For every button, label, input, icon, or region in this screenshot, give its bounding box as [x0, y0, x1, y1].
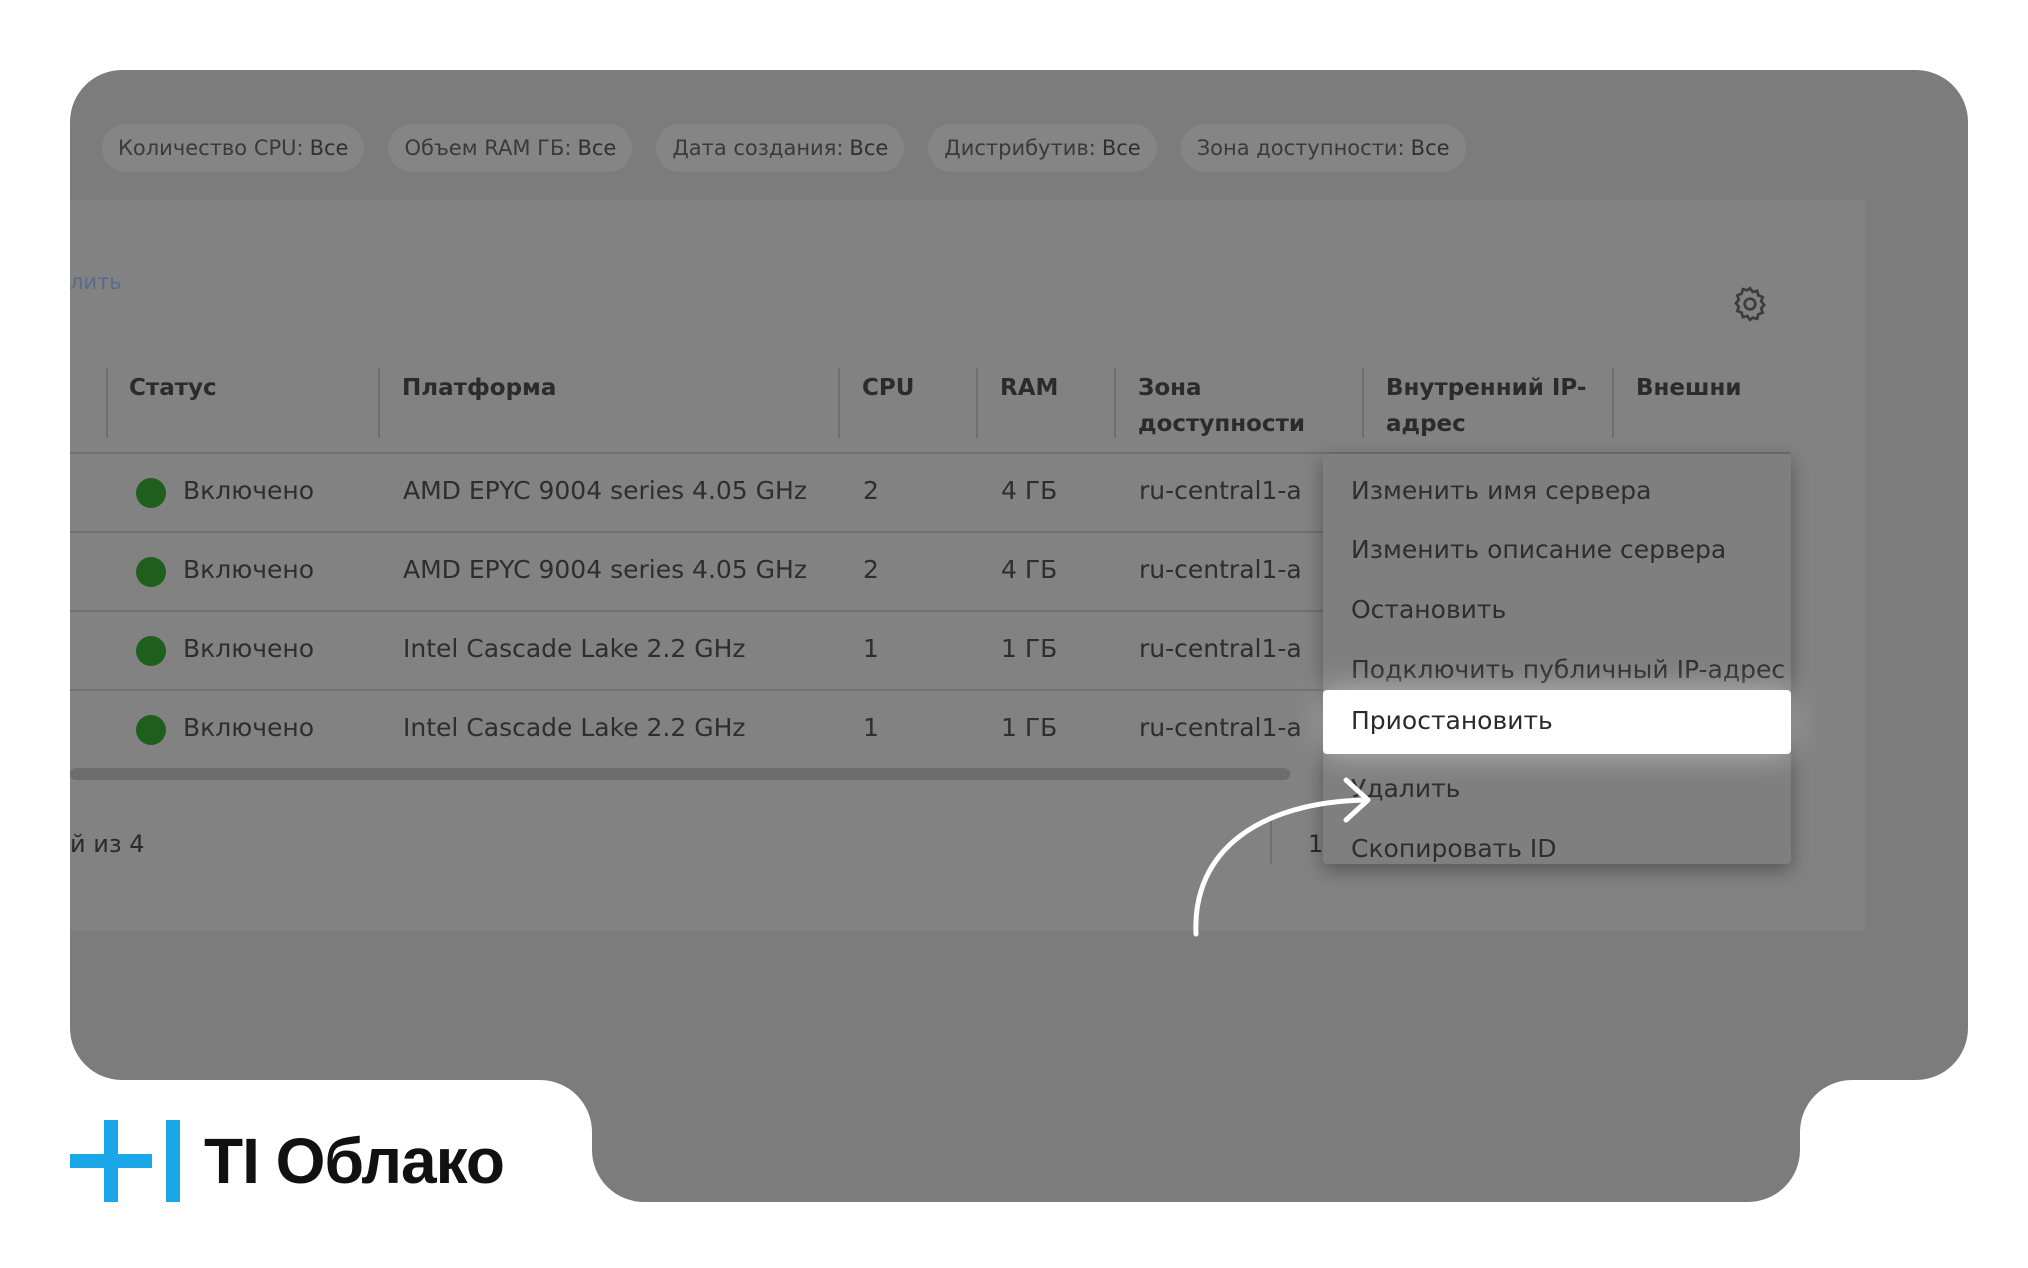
- cell-cpu: 2: [863, 476, 879, 505]
- filter-availability-zone[interactable]: Зона доступности: Все: [1180, 124, 1466, 172]
- dimmed-console-frame: Количество CPU: Все Объем RAM ГБ: Все Дата…: [70, 70, 1968, 1080]
- status-indicator: [136, 478, 166, 508]
- cell-cpu: 2: [863, 555, 879, 584]
- menu-item-edit-description[interactable]: Изменить описание сервера: [1351, 535, 1726, 564]
- filter-bar: Количество CPU: Все Объем RAM ГБ: Все Дата…: [102, 124, 1466, 172]
- filter-ram[interactable]: Объем RAM ГБ: Все: [388, 124, 633, 172]
- status-indicator: [136, 715, 166, 745]
- column-divider: [378, 368, 380, 438]
- cell-status: Включено: [183, 713, 315, 742]
- toolbar-action-link[interactable]: лить: [70, 270, 122, 294]
- status-indicator: [136, 557, 166, 587]
- cell-ram: 1 ГБ: [1001, 634, 1058, 663]
- cell-cpu: 1: [863, 713, 879, 742]
- cell-ram: 4 ГБ: [1001, 555, 1058, 584]
- cell-status: Включено: [183, 476, 315, 505]
- column-divider: [1612, 368, 1614, 438]
- frame-bottom-tab: [592, 1040, 1800, 1202]
- menu-item-rename[interactable]: Изменить имя сервера: [1351, 476, 1651, 505]
- column-divider: [1362, 368, 1364, 438]
- brand-logo: TI Облако: [70, 1120, 505, 1202]
- cell-platform: Intel Cascade Lake 2.2 GHz: [403, 634, 746, 663]
- column-divider: [838, 368, 840, 438]
- filter-created-date[interactable]: Дата создания: Все: [656, 124, 905, 172]
- cell-status: Включено: [183, 634, 315, 663]
- table-header: Статус Платформа CPU RAM Зона доступности…: [70, 356, 1790, 438]
- header-internal-ip[interactable]: Внутренний IP-адрес: [1386, 370, 1586, 442]
- column-divider: [976, 368, 978, 438]
- brand-name: TI Облако: [204, 1125, 505, 1197]
- cell-status: Включено: [183, 555, 315, 584]
- filter-cpu-count[interactable]: Количество CPU: Все: [102, 124, 365, 172]
- header-external-ip[interactable]: Внешни: [1636, 370, 1741, 406]
- cell-ram: 1 ГБ: [1001, 713, 1058, 742]
- cell-platform: AMD EPYC 9004 series 4.05 GHz: [403, 476, 807, 505]
- frame-corner: [540, 1080, 592, 1132]
- cell-zone: ru-central1-a: [1139, 555, 1302, 584]
- cell-ram: 4 ГБ: [1001, 476, 1058, 505]
- frame-corner: [1800, 1080, 1852, 1132]
- filter-distribution[interactable]: Дистрибутив: Все: [928, 124, 1157, 172]
- cell-platform: AMD EPYC 9004 series 4.05 GHz: [403, 555, 807, 584]
- header-ram[interactable]: RAM: [1000, 370, 1058, 406]
- cell-zone: ru-central1-a: [1139, 476, 1302, 505]
- menu-item-attach-public-ip[interactable]: Подключить публичный IP-адрес: [1351, 655, 1785, 684]
- header-cpu[interactable]: CPU: [862, 370, 914, 406]
- header-zone[interactable]: Зона доступности: [1138, 370, 1305, 442]
- cell-cpu: 1: [863, 634, 879, 663]
- column-divider: [1114, 368, 1116, 438]
- column-divider: [106, 368, 108, 438]
- status-indicator: [136, 636, 166, 666]
- menu-item-stop[interactable]: Остановить: [1351, 595, 1506, 624]
- pointer-arrow-icon: [1193, 777, 1371, 937]
- cell-platform: Intel Cascade Lake 2.2 GHz: [403, 713, 746, 742]
- gear-icon[interactable]: [1730, 284, 1770, 324]
- cell-zone: ru-central1-a: [1139, 634, 1302, 663]
- horizontal-scrollbar[interactable]: [70, 768, 1290, 780]
- header-platform[interactable]: Платформа: [402, 370, 556, 406]
- brand-plus-bar-icon: [70, 1120, 180, 1202]
- pagination-summary: й из 4: [70, 830, 145, 858]
- header-status[interactable]: Статус: [129, 370, 217, 406]
